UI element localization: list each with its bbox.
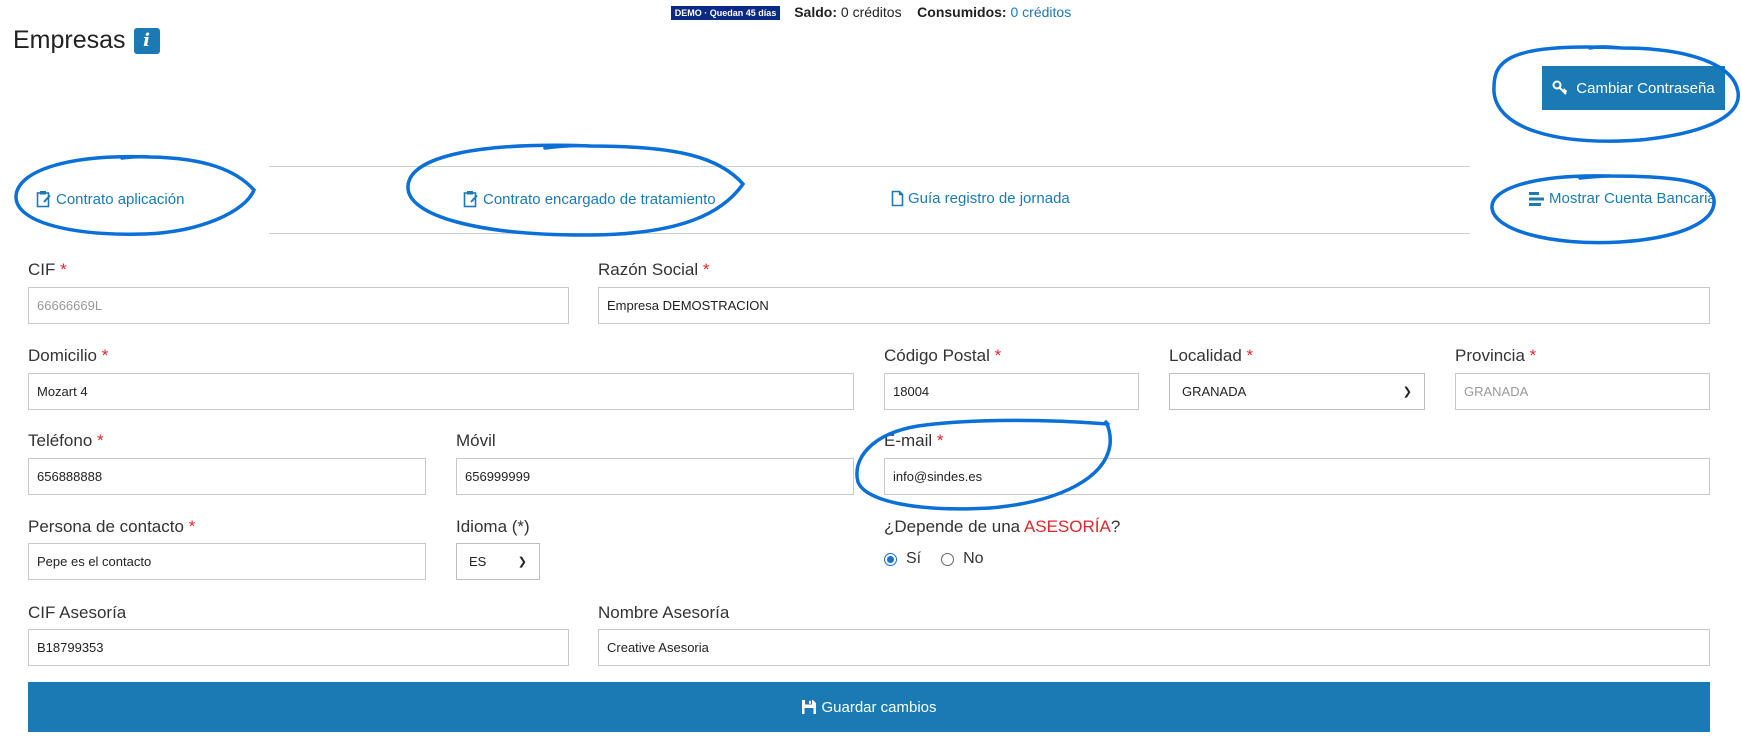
- persona-contacto-label: Persona de contacto *: [28, 517, 196, 536]
- movil-label: Móvil: [456, 431, 496, 450]
- consumidos-label: Consumidos:: [917, 4, 1007, 20]
- info-icon[interactable]: i: [133, 27, 160, 54]
- idioma-label: Idioma (*): [456, 517, 530, 536]
- localidad-select[interactable]: GRANADA ❯: [1169, 373, 1425, 410]
- divider-bottom: [269, 233, 1470, 234]
- localidad-value: GRANADA: [1182, 384, 1247, 399]
- save-button[interactable]: Guardar cambios: [28, 682, 1710, 732]
- telefono-label: Teléfono *: [28, 431, 104, 450]
- codigo-postal-label: Código Postal *: [884, 346, 1002, 365]
- razon-social-input[interactable]: Empresa DEMOSTRACION: [598, 287, 1710, 324]
- guia-registro-link[interactable]: Guía registro de jornada: [891, 190, 1070, 207]
- save-icon: [802, 700, 817, 714]
- provincia-input[interactable]: GRANADA: [1455, 373, 1710, 410]
- change-password-label: Cambiar Contraseña: [1576, 79, 1715, 97]
- consumidos-value[interactable]: 0 créditos: [1011, 4, 1072, 20]
- idioma-value: ES: [469, 554, 487, 569]
- email-label: E-mail *: [884, 431, 944, 450]
- save-label: Guardar cambios: [821, 698, 937, 716]
- demo-badge: DEMO · Quedan 45 días: [670, 6, 781, 21]
- persona-contacto-input[interactable]: Pepe es el contacto: [28, 543, 426, 580]
- codigo-postal-input[interactable]: 18004: [884, 373, 1139, 410]
- depende-asesoria-radio-group: Sí No: [884, 550, 1004, 568]
- mostrar-cuenta-bancaria-label: Mostrar Cuenta Bancaria: [1549, 190, 1716, 207]
- depende-asesoria-label: ¿Depende de una ASESORÍA?: [884, 517, 1121, 536]
- contrato-aplicacion-link[interactable]: Contrato aplicación: [36, 190, 184, 208]
- align-left-icon: [1529, 191, 1544, 206]
- telefono-input[interactable]: 656888888: [28, 458, 426, 495]
- radio-no[interactable]: No: [941, 550, 984, 568]
- guia-registro-label: Guía registro de jornada: [908, 190, 1070, 207]
- mostrar-cuenta-bancaria-link[interactable]: Mostrar Cuenta Bancaria: [1529, 190, 1716, 207]
- contrato-encargado-label: Contrato encargado de tratamiento: [483, 190, 716, 208]
- key-icon: [1552, 80, 1568, 95]
- idioma-select[interactable]: ES ❯: [456, 543, 540, 580]
- cif-asesoria-input[interactable]: B18799353: [28, 629, 569, 666]
- credits-bar: DEMO · Quedan 45 días Saldo: 0 créditos …: [0, 4, 1742, 21]
- cif-label: CIF *: [28, 260, 67, 279]
- provincia-label: Provincia *: [1455, 346, 1537, 365]
- radio-si[interactable]: Sí: [884, 550, 921, 568]
- radio-checked-icon[interactable]: [884, 552, 897, 566]
- chevron-down-icon: ❯: [1402, 386, 1412, 398]
- radio-si-label: Sí: [906, 550, 922, 567]
- nombre-asesoria-input[interactable]: Creative Asesoria: [598, 629, 1710, 666]
- divider-top: [269, 166, 1470, 167]
- contrato-aplicacion-label: Contrato aplicación: [56, 190, 185, 208]
- cif-input[interactable]: 66666669L: [28, 287, 569, 324]
- contrato-encargado-link[interactable]: Contrato encargado de tratamiento: [463, 190, 716, 208]
- document-icon: [891, 190, 904, 207]
- clipboard-edit-icon: [463, 191, 478, 208]
- radio-no-label: No: [963, 550, 984, 567]
- annotation-overlay: [14, 45, 1740, 511]
- page-header: Empresas i: [13, 26, 160, 55]
- cif-asesoria-label: CIF Asesoría: [28, 603, 127, 622]
- radio-unchecked-icon[interactable]: [941, 552, 955, 566]
- domicilio-label: Domicilio *: [28, 346, 109, 365]
- saldo-label: Saldo:: [794, 4, 837, 20]
- change-password-button[interactable]: Cambiar Contraseña: [1542, 66, 1725, 110]
- domicilio-input[interactable]: Mozart 4: [28, 373, 854, 410]
- page-title: Empresas: [13, 26, 126, 54]
- chevron-down-icon: ❯: [517, 556, 527, 568]
- razon-social-label: Razón Social *: [598, 260, 710, 279]
- clipboard-edit-icon: [36, 191, 51, 208]
- nombre-asesoria-label: Nombre Asesoría: [598, 603, 730, 622]
- movil-input[interactable]: 656999999: [456, 458, 854, 495]
- document-links-row: Contrato aplicación Contrato encargado d…: [0, 166, 1742, 234]
- saldo-value: 0 créditos: [840, 4, 902, 20]
- email-input[interactable]: info@sindes.es: [884, 458, 1710, 495]
- localidad-label: Localidad *: [1169, 346, 1254, 365]
